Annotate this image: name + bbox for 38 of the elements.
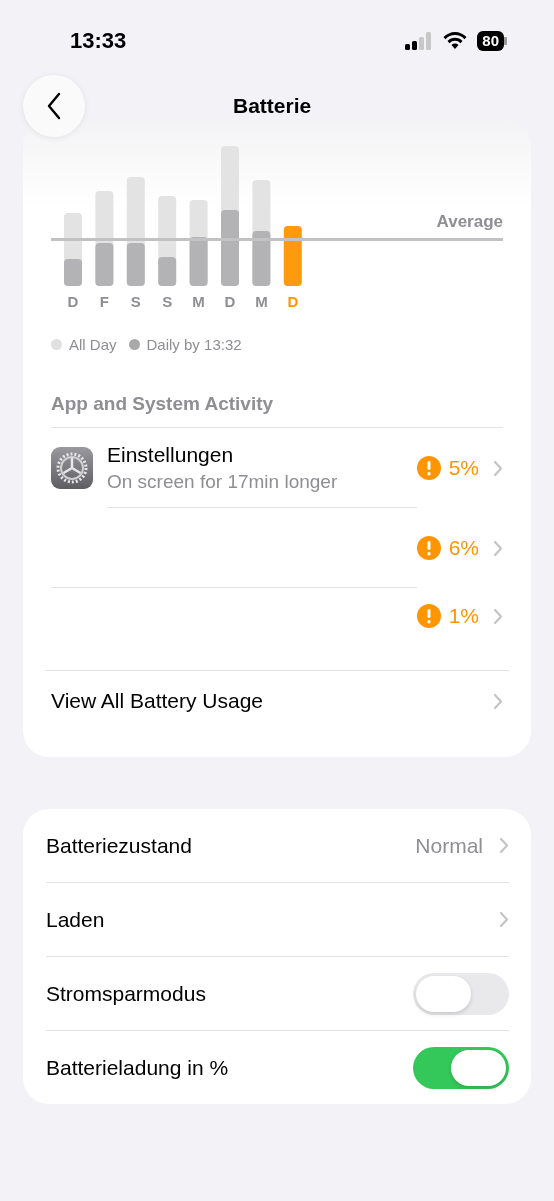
setting-label: Batterieladung in %	[46, 1055, 229, 1080]
chevron-icon	[493, 607, 503, 625]
day-label: D	[287, 293, 299, 310]
usage-percent: 5%	[448, 456, 479, 480]
chevron-icon	[493, 459, 503, 477]
app-subtitle: On screen for 17min longer	[107, 470, 339, 493]
setting-label: Laden	[46, 907, 105, 932]
day-label: D	[67, 293, 79, 310]
day-label: F	[99, 293, 109, 310]
toggle-switch[interactable]	[413, 1046, 509, 1089]
app-name: Einstellungen	[107, 442, 235, 467]
day-label: S	[162, 293, 173, 310]
view-all-link[interactable]: View All Battery Usage	[45, 670, 509, 757]
setting-value: Normal	[415, 833, 483, 858]
day-label: S	[130, 293, 141, 310]
section-header: App and System Activity	[50, 392, 275, 416]
day-label: D	[224, 293, 236, 310]
toggle-switch[interactable]	[413, 972, 509, 1015]
day-label: M	[255, 293, 268, 310]
setting-label: Stromsparmodus	[46, 981, 206, 1006]
chevron-icon	[493, 692, 503, 710]
chevron-icon	[499, 911, 509, 928]
day-label: M	[192, 293, 205, 310]
setting-label: Batteriezustand	[46, 833, 192, 858]
usage-percent: 1%	[448, 604, 479, 628]
legend-label: All Day	[69, 336, 117, 353]
back-icon	[46, 92, 62, 120]
usage-percent: 6%	[448, 536, 479, 560]
gear-icon	[51, 447, 93, 489]
page-title: Batterie	[233, 94, 312, 118]
chevron-icon	[493, 539, 503, 557]
back-button[interactable]	[23, 75, 85, 137]
chevron-icon	[499, 837, 509, 854]
average-label: Average	[436, 212, 503, 231]
wifi-icon	[443, 32, 468, 50]
status-time: 13:33	[70, 28, 127, 54]
legend-label: Daily by 13:32	[146, 336, 242, 353]
signal-icon	[405, 31, 434, 51]
